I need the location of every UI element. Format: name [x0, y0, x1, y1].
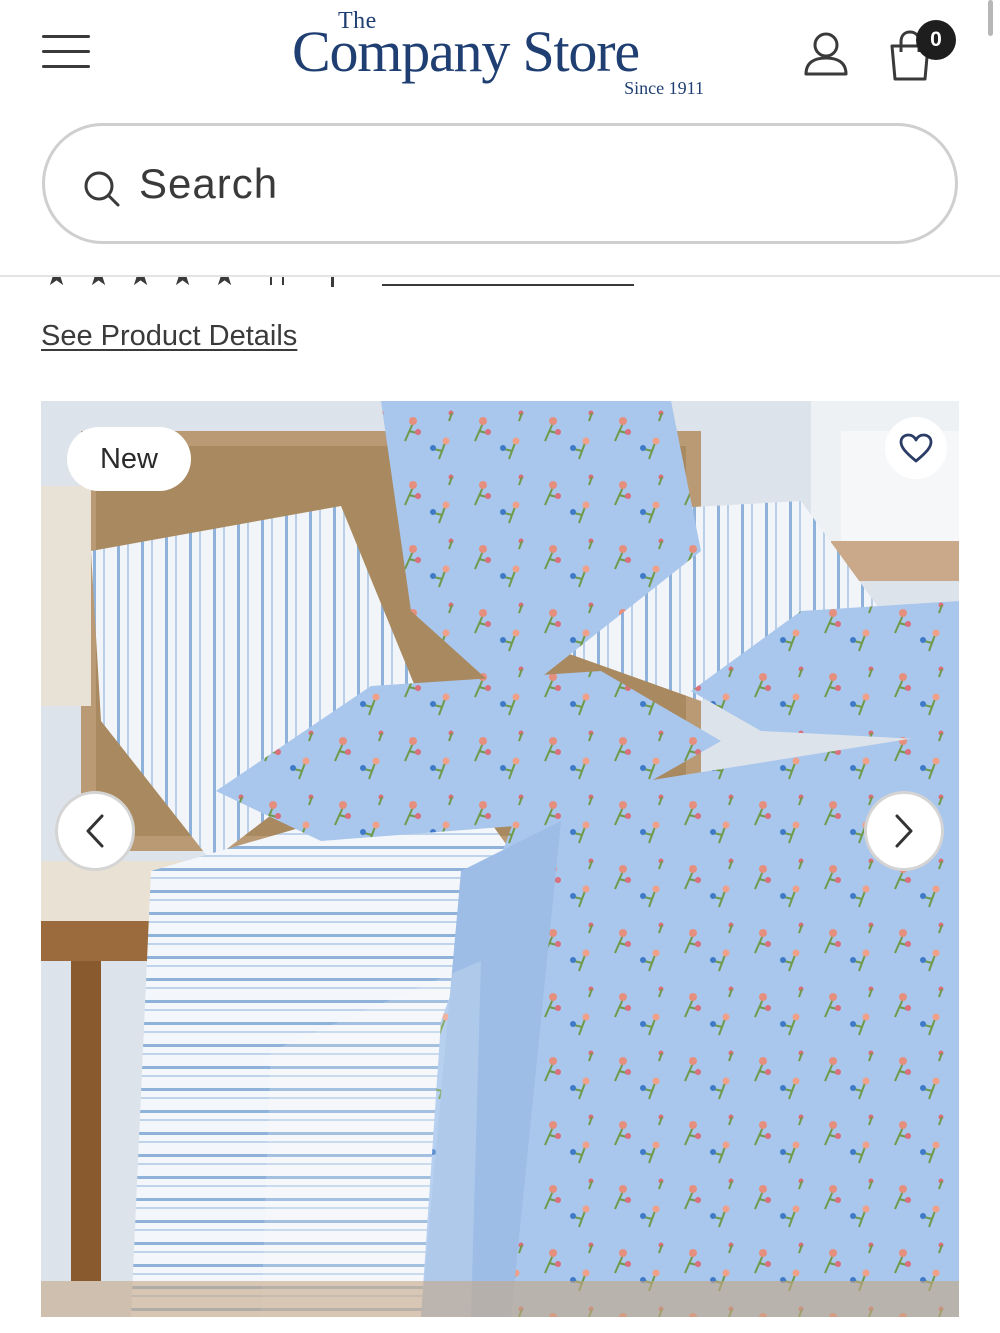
see-product-details-link[interactable]: See Product Details [41, 320, 297, 353]
new-badge: New [67, 427, 191, 491]
chevron-left-icon [86, 814, 104, 848]
menu-icon[interactable] [42, 32, 90, 72]
cart-button[interactable]: 0 [884, 20, 960, 82]
search-placeholder: Search [139, 160, 279, 207]
product-image [41, 401, 959, 1317]
gallery-next-button[interactable] [864, 791, 944, 871]
clipped-review-row: ★ ★ ★ ★ ★ [0, 277, 1000, 291]
star-icon: ★ [86, 277, 111, 291]
logo-main-text: Company Store [292, 19, 640, 84]
separator [331, 277, 334, 287]
scrollbar-thumb[interactable] [988, 0, 993, 36]
chevron-right-icon [895, 814, 913, 848]
cart-count-badge: 0 [916, 20, 956, 60]
account-icon[interactable] [803, 32, 849, 76]
heart-icon [899, 433, 933, 463]
star-icon: ★ [44, 277, 69, 291]
gallery-prev-button[interactable] [55, 791, 135, 871]
star-icon: ★ [170, 277, 195, 291]
search-icon [84, 171, 120, 207]
review-count-fragment [270, 277, 284, 285]
product-image-gallery[interactable]: New [41, 401, 959, 1317]
brand-logo[interactable]: The Company Store Since 1911 [290, 6, 710, 106]
star-icon: ★ [128, 277, 153, 291]
share-offer-link-fragment[interactable] [382, 277, 634, 289]
logo-since-text: Since 1911 [624, 78, 704, 98]
star-icon: ★ [212, 277, 237, 291]
wishlist-button[interactable] [885, 417, 947, 479]
search-input[interactable]: Search [42, 123, 958, 244]
site-header: The Company Store Since 1911 0 [0, 0, 1000, 110]
